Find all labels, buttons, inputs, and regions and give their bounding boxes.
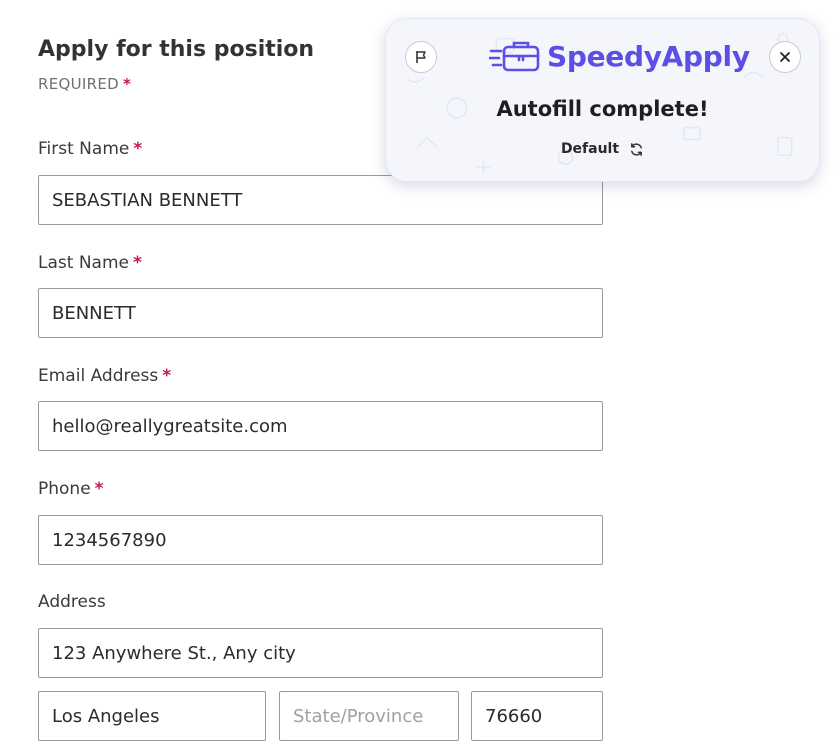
brand-name: SpeedyApply xyxy=(547,39,750,73)
email-input[interactable] xyxy=(38,401,603,451)
required-star: * xyxy=(162,366,172,386)
first-name-label-text: First Name xyxy=(38,139,130,159)
profile-selector: Default xyxy=(386,141,819,157)
first-name-label: First Name * xyxy=(38,139,142,159)
close-button[interactable] xyxy=(769,41,801,73)
last-name-label-text: Last Name xyxy=(38,253,129,273)
flag-button[interactable] xyxy=(405,41,437,73)
profile-name: Default xyxy=(560,141,620,157)
close-icon xyxy=(780,52,790,62)
brand: SpeedyApply xyxy=(489,39,750,73)
flag-icon xyxy=(416,51,426,63)
required-star: * xyxy=(132,253,142,273)
required-star: * xyxy=(94,479,104,499)
phone-input[interactable] xyxy=(38,515,603,565)
briefcase-logo-icon xyxy=(489,41,540,72)
last-name-input[interactable] xyxy=(38,288,603,338)
phone-label-text: Phone xyxy=(38,479,91,499)
last-name-label: Last Name * xyxy=(38,253,142,273)
state-input[interactable] xyxy=(279,691,459,741)
address-label: Address xyxy=(38,592,106,612)
phone-label: Phone * xyxy=(38,479,104,499)
street-address-input[interactable] xyxy=(38,628,603,678)
required-note-text: REQUIRED xyxy=(38,75,119,93)
refresh-button[interactable] xyxy=(629,142,644,157)
address-label-text: Address xyxy=(38,592,106,612)
required-note: REQUIRED * xyxy=(38,75,131,93)
speedyapply-popup: SpeedyApply Autofill complete! Default xyxy=(385,18,820,182)
zip-input[interactable] xyxy=(471,691,603,741)
email-label-text: Email Address xyxy=(38,366,159,386)
autofill-status-headline: Autofill complete! xyxy=(496,97,709,121)
required-star: * xyxy=(122,75,132,93)
refresh-icon xyxy=(631,142,642,156)
required-star: * xyxy=(133,139,143,159)
city-input[interactable] xyxy=(38,691,266,741)
email-label: Email Address * xyxy=(38,366,171,386)
first-name-input[interactable] xyxy=(38,175,603,225)
page-title: Apply for this position xyxy=(38,37,315,62)
